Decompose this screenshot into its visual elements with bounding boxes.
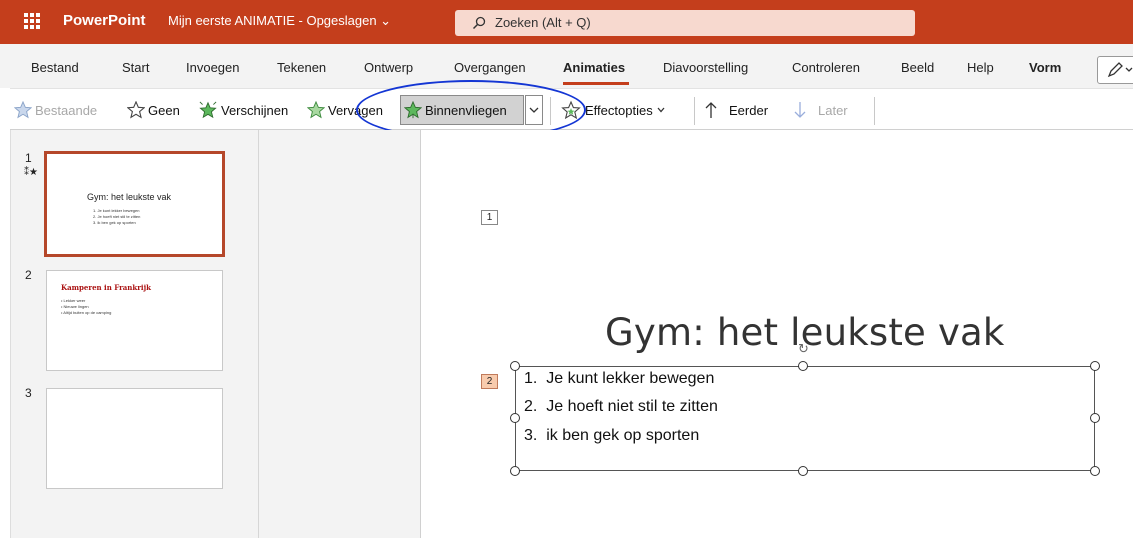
resize-handle[interactable] [1090,466,1100,476]
tab-help[interactable]: Help [967,60,994,75]
tab-bestand[interactable]: Bestand [31,60,79,75]
star-fly-in-green-icon [404,101,422,119]
animation-order-tag-selected[interactable]: 2 [481,374,498,389]
animation-binnenvliegen-label: Binnenvliegen [425,102,507,118]
move-later-label: Later [818,102,848,118]
slide-number: 3 [25,386,32,400]
resize-handle[interactable] [798,466,808,476]
list-item[interactable]: 1. Je kunt lekker bewegen [524,370,714,388]
move-earlier-button[interactable]: Eerder [704,89,768,131]
star-outline-icon [127,101,145,119]
pen-icon [1107,62,1133,78]
thumb-slide-title: Kamperen in Frankrijk [61,283,151,292]
animation-indicator-icon: ⁑★ [24,167,38,178]
tab-start[interactable]: Start [122,60,149,75]
resize-handle[interactable] [510,413,520,423]
chevron-down-icon [529,107,539,113]
thumb-slide-title: Gym: het leukste vak [87,192,172,202]
animation-binnenvliegen-button[interactable]: Binnenvliegen [404,89,507,131]
app-name[interactable]: PowerPoint [63,12,146,29]
animation-bestaande-button[interactable]: Bestaande [14,89,97,131]
side-panel [258,130,420,538]
toolbar-separator [550,97,551,125]
tab-ontwerp[interactable]: Ontwerp [364,60,413,75]
animation-geen-label: Geen [148,102,180,118]
draw-pen-button[interactable] [1097,56,1133,84]
animation-gallery-dropdown[interactable] [525,95,543,125]
toolbar-separator [874,97,875,125]
slide-thumbnail-3[interactable] [46,388,223,489]
star-green-icon [307,101,325,119]
animation-verschijnen-label: Verschijnen [221,102,289,118]
animation-verschijnen-button[interactable]: Verschijnen [198,89,288,131]
powerpoint-window: PowerPoint Mijn eerste ANIMATIE - Opgesl… [0,0,1133,538]
animation-order-tag[interactable]: 1 [481,210,498,225]
animation-vervagen-label: Vervagen [328,102,383,118]
slide-number: 2 [25,268,32,282]
active-tab-indicator [563,82,629,85]
list-item[interactable]: 2. Je hoeft niet stil te zitten [524,398,718,416]
resize-handle[interactable] [510,361,520,371]
animations-toolbar: Bestaande Geen Verschijnen Vervagen Binn… [10,88,1133,130]
ribbon-tabs: Bestand Start Invoegen Tekenen Ontwerp O… [0,44,1133,88]
tab-invoegen[interactable]: Invoegen [186,60,240,75]
thumb-bullet: • Nieuwe lingen [61,304,89,309]
chevron-down-icon [657,107,665,113]
resize-handle[interactable] [1090,413,1100,423]
slide-number: 1 [25,151,32,165]
slide-thumbnail-1[interactable]: Gym: het leukste vak 1. Je kunt lekker b… [44,151,225,257]
tab-vorm[interactable]: Vorm [1029,60,1061,75]
thumb-bullet: • Lekker weer [61,298,86,303]
tab-diavoorstelling[interactable]: Diavoorstelling [663,60,748,75]
move-later-button[interactable]: Later [793,89,848,131]
tab-controleren[interactable]: Controleren [792,60,860,75]
arrow-up-icon [705,102,717,118]
thumb-bullet: 1. Je kunt lekker bewegen [93,208,140,213]
search-input[interactable]: Zoeken (Alt + Q) [455,10,915,36]
animation-bestaande-label: Bestaande [35,102,98,118]
resize-handle[interactable] [798,361,808,371]
star-burst-green-icon [199,101,217,119]
resize-handle[interactable] [510,466,520,476]
search-icon [472,16,486,30]
slide-thumbnail-2[interactable]: Kamperen in Frankrijk • Lekker weer • Ni… [46,270,223,371]
tab-animaties[interactable]: Animaties [563,60,625,75]
title-bar: PowerPoint Mijn eerste ANIMATIE - Opgesl… [0,0,1133,44]
thumb-bullet: 2. Je hoeft niet stil te zitten [93,214,141,219]
move-earlier-label: Eerder [729,102,769,118]
toolbar-separator [694,97,695,125]
rotate-handle-icon[interactable]: ↻ [798,341,809,357]
effect-options-label: Effectopties [585,102,653,118]
app-launcher-icon[interactable] [24,13,40,29]
thumb-bullet: 3. ik ben gek op sporten [93,220,136,225]
effect-options-button[interactable]: Effectopties [560,89,666,131]
animation-geen-button[interactable]: Geen [127,89,180,131]
thumb-bullet: • Altijd buiten op de camping [61,310,112,315]
animation-vervagen-button[interactable]: Vervagen [307,89,383,131]
resize-handle[interactable] [1090,361,1100,371]
arrow-down-icon [794,102,806,118]
tab-tekenen[interactable]: Tekenen [277,60,326,75]
tab-beeld[interactable]: Beeld [901,60,934,75]
tab-overgangen[interactable]: Overgangen [454,60,526,75]
effect-options-star-icon [561,100,581,120]
star-outline-icon [14,101,32,119]
search-placeholder: Zoeken (Alt + Q) [495,15,591,30]
list-item[interactable]: 3. ik ben gek op sporten [524,427,699,445]
document-title[interactable]: Mijn eerste ANIMATIE - Opgeslagen ⌄ [168,13,391,29]
